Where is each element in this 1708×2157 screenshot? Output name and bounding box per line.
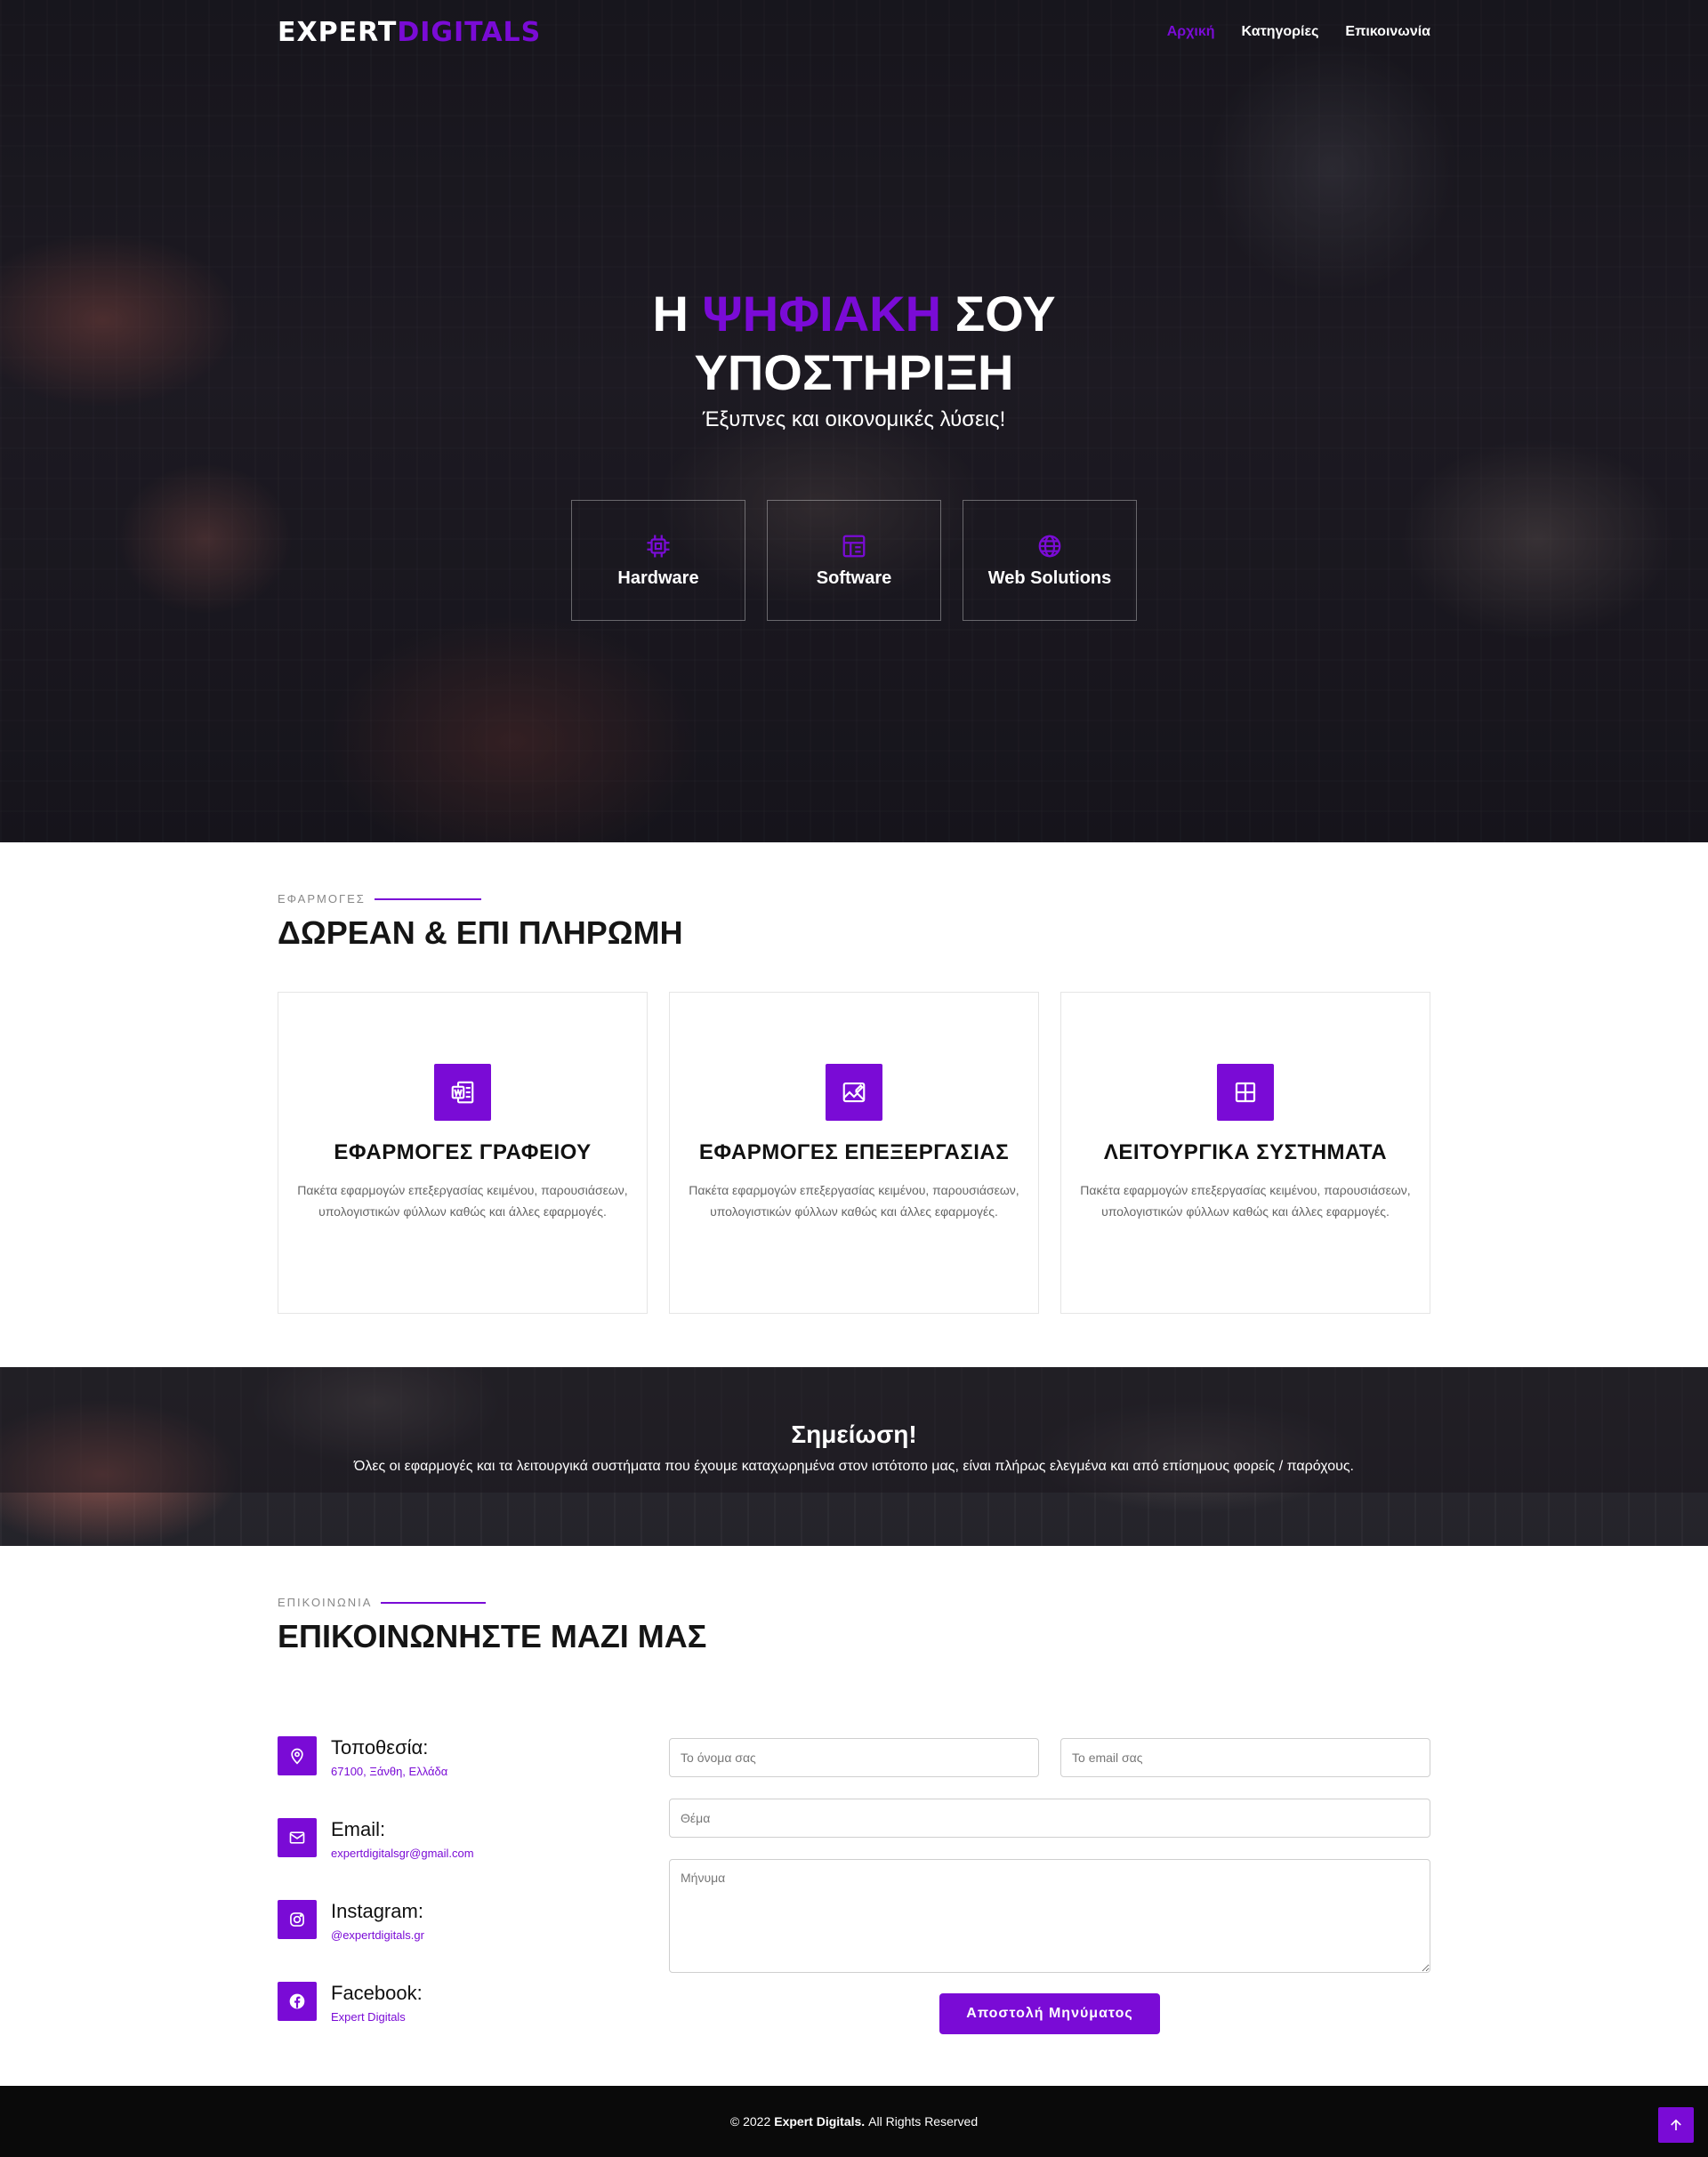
app-card-editing[interactable]: ΕΦΑΡΜΟΓΕΣ ΕΠΕΞΕΡΓΑΣΙΑΣ Πακέτα εφαρμογών … [669,992,1039,1314]
form-row [669,1738,1430,1777]
info-icon-box [278,1982,317,2021]
navbar: EXPERTDIGITALS Αρχική Κατηγορίες Επικοιν… [278,12,1430,52]
hero-title-highlight: ΨΗΦΙΑΚΗ [702,286,942,342]
contact-section: ΕΠΙΚΟΙΝΩΝΙΑ ΕΠΙΚΟΙΝΩΝΗΣΤΕ ΜΑΖΙ ΜΑΣ Τοποθ… [278,1596,1430,2034]
app-card-description: Πακέτα εφαρμογών επεξεργασίας κειμένου, … [1080,1183,1411,1219]
hero-subtitle: Έξυπνες και οικονομικές λύσεις! [702,407,1006,431]
eyebrow-divider [374,897,481,900]
email-input[interactable] [1060,1738,1430,1777]
send-message-button[interactable]: Αποστολή Μηνύματος [939,1993,1160,2034]
email-link[interactable]: expertdigitalsgr@gmail.com [331,1847,474,1860]
eyebrow-divider [381,1601,487,1604]
logo-part-expert: EXPERT [278,16,398,48]
app-card-title: ΕΦΑΡΜΟΓΕΣ ΕΠΕΞΕΡΓΑΣΙΑΣ [698,1140,1010,1164]
cpu-icon [647,535,670,557]
contact-info-facebook: Facebook: Expert Digitals [278,1982,651,2064]
footer-brand: Expert Digitals. [774,2114,866,2129]
app-icon-box [826,1064,882,1121]
apps-eyebrow: ΕΦΑΡΜΟΓΕΣ [278,892,1430,905]
info-label: Email: [331,1818,386,1840]
message-textarea[interactable] [669,1859,1430,1973]
app-icon-box [1217,1064,1274,1121]
hero-title-line2: ΥΠΟΣΤΗΡΙΞΗ [694,344,1014,400]
footer-rights: All Rights Reserved [868,2114,979,2129]
logo-part-digitals: DIGITALS [397,16,542,48]
site-logo[interactable]: EXPERTDIGITALS [278,17,541,48]
app-card-description: Πακέτα εφαρμογών επεξεργασίας κειμένου, … [297,1183,628,1219]
scroll-to-top-button[interactable] [1658,2107,1694,2143]
nav-link-categories[interactable]: Κατηγορίες [1242,24,1319,40]
nav-links: Αρχική Κατηγορίες Επικοινωνία [1167,24,1430,40]
hero-card-label: Web Solutions [987,567,1112,588]
info-label: Facebook: [331,1982,423,2004]
app-card-os[interactable]: ΛΕΙΤΟΥΡΓΙΚΑ ΣΥΣΤΗΜΑΤΑ Πακέτα εφαρμογών ε… [1060,992,1430,1314]
app-icon-box [434,1064,491,1121]
contact-eyebrow-text: ΕΠΙΚΟΙΝΩΝΙΑ [278,1596,373,1609]
map-pin-icon [291,1748,303,1765]
facebook-link[interactable]: Expert Digitals [331,2010,423,2024]
app-card-title: ΕΦΑΡΜΟΓΕΣ ΓΡΑΦΕΙΟΥ [334,1140,592,1164]
hero-content: Η ΨΗΦΙΑΚΗ ΣΟΥ ΥΠΟΣΤΗΡΙΞΗ Έξυπνες και οικ… [0,285,1708,432]
contact-info-email: Email: expertdigitalsgr@gmail.com [278,1818,651,1900]
image-edit-icon [842,1082,866,1103]
hero-card-label: Software [816,567,892,588]
contact-title: ΕΠΙΚΟΙΝΩΝΗΣΤΕ ΜΑΖΙ ΜΑΣ [278,1618,707,1654]
windows-icon [1235,1082,1256,1103]
hero-card-hardware[interactable]: Hardware [571,500,745,621]
instagram-link[interactable]: @expertdigitals.gr [331,1928,424,1942]
app-card-office[interactable]: ΕΦΑΡΜΟΓΕΣ ΓΡΑΦΕΙΟΥ Πακέτα εφαρμογών επεξ… [278,992,648,1314]
apps-eyebrow-text: ΕΦΑΡΜΟΓΕΣ [278,892,366,905]
arrow-up-icon [1671,2119,1681,2130]
contact-info-location: Τοποθεσία: 67100, Ξάνθη, Ελλάδα [278,1736,651,1818]
nav-link-contact[interactable]: Επικοινωνία [1345,24,1430,40]
contact-info-instagram: Instagram: @expertdigitals.gr [278,1900,651,1982]
contact-form: Αποστολή Μηνύματος [669,1738,1430,2034]
hero-section: EXPERTDIGITALS Αρχική Κατηγορίες Επικοιν… [0,0,1708,842]
footer: © 2022 Expert Digitals. All Rights Reser… [0,2086,1708,2157]
word-doc-icon [451,1081,474,1104]
contact-info-list: Τοποθεσία: 67100, Ξάνθη, Ελλάδα Email: e… [278,1736,651,2064]
app-card-title: ΛΕΙΤΟΥΡΓΙΚΑ ΣΥΣΤΗΜΑΤΑ [1103,1140,1388,1164]
info-label: Instagram: [331,1900,423,1922]
note-banner: Σημείωση! Όλες οι εφαρμογές και τα λειτο… [0,1367,1708,1546]
hero-title: Η ΨΗΦΙΑΚΗ ΣΟΥ ΥΠΟΣΤΗΡΙΞΗ [0,285,1708,402]
globe-icon [1038,535,1061,557]
hero-card-software[interactable]: Software [767,500,941,621]
hero-card-label: Hardware [617,567,699,588]
hero-title-part1: Η [652,286,703,342]
layout-icon [842,535,866,557]
info-icon-box [278,1900,317,1939]
info-value-location: 67100, Ξάνθη, Ελλάδα [331,1765,448,1778]
apps-section: ΕΦΑΡΜΟΓΕΣ ΔΩΡΕΑΝ & ΕΠΙ ΠΛΗΡΩΜΗ ΕΦΑΡΜΟΓΕΣ… [278,892,1430,1314]
hero-service-cards: Hardware Software Web Solutions [571,500,1137,621]
note-title: Σημείωση! [791,1421,917,1448]
hero-title-part2: ΣΟΥ [941,286,1056,342]
name-input[interactable] [669,1738,1039,1777]
note-text: Όλες οι εφαρμογές και τα λειτουργικά συσ… [354,1459,1354,1474]
info-icon-box [278,1736,317,1775]
instagram-icon [290,1912,304,1927]
envelope-icon [289,1831,305,1844]
facebook-icon [289,1993,305,2009]
app-card-description: Πακέτα εφαρμογών επεξεργασίας κειμένου, … [689,1183,1019,1219]
contact-eyebrow: ΕΠΙΚΟΙΝΩΝΙΑ [278,1596,1430,1609]
info-label: Τοποθεσία: [331,1736,429,1759]
subject-input[interactable] [669,1799,1430,1838]
footer-copyright: © 2022 [729,2114,771,2129]
app-cards: ΕΦΑΡΜΟΓΕΣ ΓΡΑΦΕΙΟΥ Πακέτα εφαρμογών επεξ… [278,992,1430,1314]
hero-card-web-solutions[interactable]: Web Solutions [963,500,1137,621]
info-icon-box [278,1818,317,1857]
apps-title: ΔΩΡΕΑΝ & ΕΠΙ ΠΛΗΡΩΜΗ [278,914,683,951]
nav-link-home[interactable]: Αρχική [1167,24,1215,40]
